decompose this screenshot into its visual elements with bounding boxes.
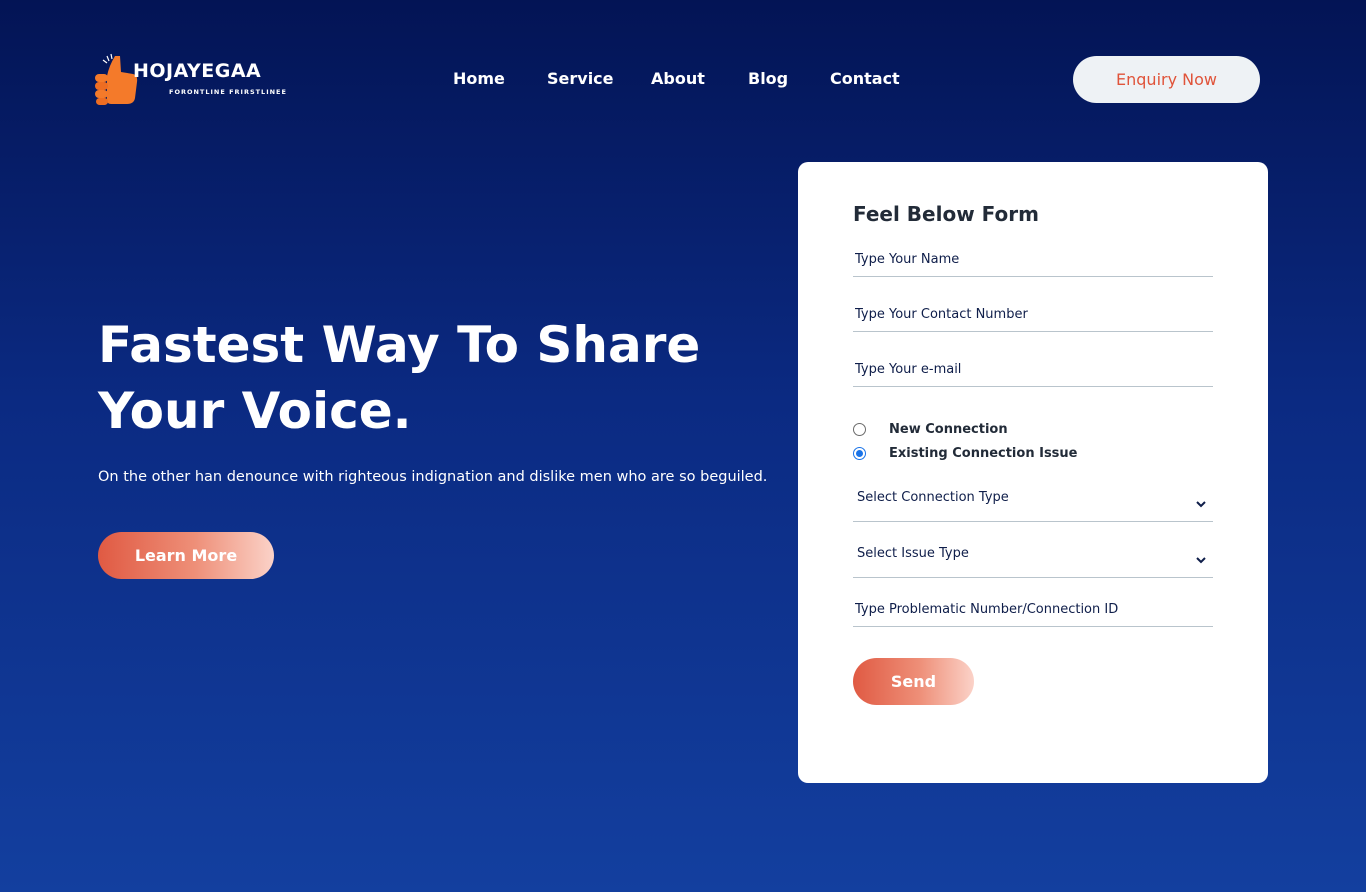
- radio-label: New Connection: [889, 421, 1008, 437]
- radio-existing-connection-issue[interactable]: Existing Connection Issue: [853, 443, 1078, 463]
- chevron-down-icon: [1196, 501, 1206, 508]
- contact-number-field[interactable]: [853, 298, 1213, 332]
- issue-type-select[interactable]: Select Issue Type: [853, 540, 1213, 578]
- enquiry-form-card: Feel Below Form New Connection Existing …: [798, 162, 1268, 783]
- brand-name: HOJAYEGAA: [133, 60, 262, 82]
- name-field[interactable]: [853, 243, 1213, 277]
- select-value: Select Connection Type: [857, 490, 1009, 505]
- hero-title: Fastest Way To Share Your Voice.: [98, 316, 701, 440]
- connection-type-select[interactable]: Select Connection Type: [853, 484, 1213, 522]
- radio-button[interactable]: [853, 422, 866, 436]
- hero-subtitle: On the other han denounce with righteous…: [98, 469, 768, 485]
- brand-tagline: FORONTLINE FRIRSTLINEE: [169, 88, 287, 96]
- nav-item-blog[interactable]: Blog: [748, 69, 788, 88]
- nav-item-about[interactable]: About: [651, 69, 705, 88]
- send-button[interactable]: Send: [853, 658, 974, 705]
- chevron-down-icon: [1196, 557, 1206, 564]
- form-title: Feel Below Form: [853, 202, 1039, 226]
- brand-logo[interactable]: HOJAYEGAA FORONTLINE FRIRSTLINEE: [93, 52, 293, 108]
- problematic-number-field[interactable]: [853, 593, 1213, 627]
- enquiry-now-button[interactable]: Enquiry Now: [1073, 56, 1260, 103]
- nav-item-home[interactable]: Home: [453, 69, 505, 88]
- select-value: Select Issue Type: [857, 546, 969, 561]
- learn-more-button[interactable]: Learn More: [98, 532, 274, 579]
- radio-button[interactable]: [853, 446, 866, 460]
- radio-new-connection[interactable]: New Connection: [853, 419, 1008, 439]
- radio-label: Existing Connection Issue: [889, 445, 1078, 461]
- nav-item-service[interactable]: Service: [547, 69, 614, 88]
- nav-item-contact[interactable]: Contact: [830, 69, 900, 88]
- email-field[interactable]: [853, 353, 1213, 387]
